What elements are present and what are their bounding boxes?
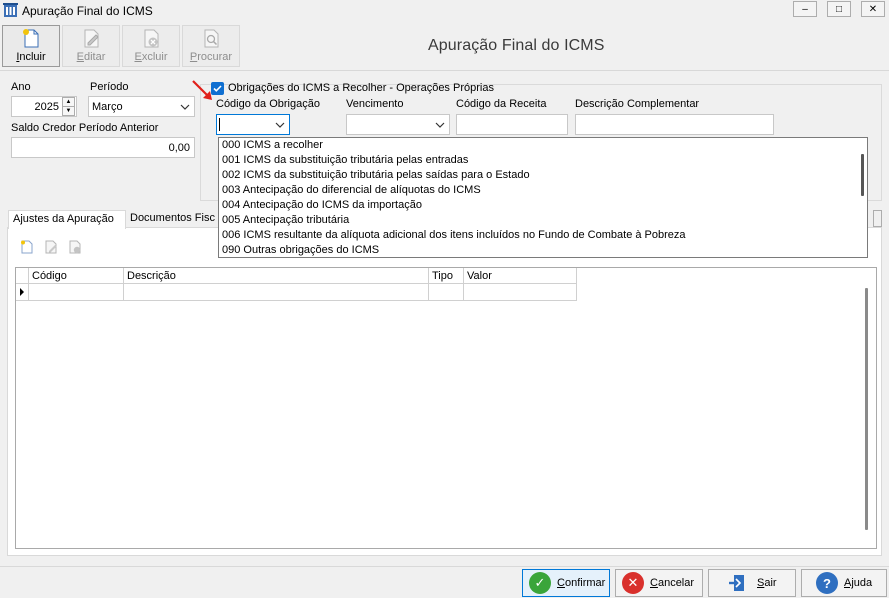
minimize-icon: – xyxy=(802,3,808,15)
grid-edit-button[interactable] xyxy=(41,237,61,257)
help-circle-icon: ? xyxy=(816,572,838,594)
row-indicator xyxy=(16,284,29,301)
grid-scrollbar[interactable] xyxy=(865,288,868,530)
checkmark-icon xyxy=(213,85,222,92)
search-document-icon xyxy=(204,29,219,48)
grid-header-descricao[interactable]: Descrição xyxy=(124,268,429,284)
table-row-cell-codigo[interactable] xyxy=(29,284,124,301)
vencimento-select[interactable] xyxy=(346,114,450,135)
maximize-icon: □ xyxy=(835,3,843,15)
confirmar-button[interactable]: ✓ Confirmar xyxy=(522,569,610,597)
dropdown-scrollbar[interactable] xyxy=(861,154,864,196)
incluir-label: Incluir xyxy=(16,51,46,63)
table-row-cell-valor[interactable] xyxy=(464,284,577,301)
ano-value: 2025 xyxy=(34,101,59,113)
spin-down-icon: ▼ xyxy=(65,108,72,114)
new-document-icon xyxy=(23,29,39,48)
tab-scroll-button[interactable] xyxy=(873,210,882,227)
confirmar-label: Confirmar xyxy=(557,577,606,589)
cancelar-label: Cancelar xyxy=(650,577,695,589)
edit-icon xyxy=(84,29,99,48)
dropdown-item[interactable]: 006 ICMS resultante da alíquota adiciona… xyxy=(222,229,686,244)
codigo-obrigacao-select[interactable] xyxy=(216,114,290,135)
app-icon xyxy=(3,3,18,17)
tab-documentos-fiscais[interactable]: Documentos Fisc xyxy=(126,210,219,228)
excluir-button[interactable]: Excluir xyxy=(122,25,180,67)
chevron-down-icon xyxy=(275,122,285,128)
cancel-circle-icon: ✕ xyxy=(622,572,644,594)
sair-label: Sair xyxy=(757,577,777,589)
cancelar-button[interactable]: ✕ Cancelar xyxy=(615,569,703,597)
editar-button[interactable]: Editar xyxy=(62,25,120,67)
ajustes-grid[interactable]: Código Descrição Tipo Valor xyxy=(15,267,877,549)
dropdown-item[interactable]: 002 ICMS da substituição tributária pela… xyxy=(222,169,530,184)
periodo-select[interactable]: Março xyxy=(88,96,195,117)
delete-document-icon xyxy=(144,29,159,48)
close-button[interactable]: ✕ xyxy=(861,1,885,17)
footer-divider xyxy=(0,566,889,567)
codigo-receita-input[interactable] xyxy=(456,114,568,135)
procurar-label: Procurar xyxy=(189,51,233,63)
text-cursor xyxy=(219,118,220,131)
ajuda-label: Ajuda xyxy=(844,577,873,589)
dropdown-item[interactable]: 000 ICMS a recolher xyxy=(222,139,323,154)
codigo-obrigacao-dropdown-list[interactable]: 000 ICMS a recolher 001 ICMS da substitu… xyxy=(218,137,868,258)
spin-up-icon: ▲ xyxy=(65,99,72,105)
dropdown-item[interactable]: 004 Antecipação do ICMS da importação xyxy=(222,199,422,214)
obrigacoes-checkbox[interactable] xyxy=(211,82,224,95)
form-heading: Apuração Final do ICMS xyxy=(428,37,605,54)
periodo-label: Período xyxy=(90,81,129,93)
grid-corner xyxy=(16,268,29,284)
tab-ajustes-apuracao[interactable]: Ajustes da Apuração xyxy=(8,210,126,229)
obrigacoes-checkbox-label: Obrigações do ICMS a Recolher - Operaçõe… xyxy=(228,82,494,94)
periodo-value: Março xyxy=(92,101,123,113)
ano-spin-down[interactable]: ▼ xyxy=(62,106,75,116)
codigo-receita-label: Código da Receita xyxy=(456,98,547,110)
delete-row-icon xyxy=(69,240,81,254)
excluir-label: Excluir xyxy=(134,51,168,63)
minimize-button[interactable]: – xyxy=(793,1,817,17)
descricao-complementar-label: Descrição Complementar xyxy=(575,98,700,110)
new-row-icon xyxy=(21,240,33,254)
close-icon: ✕ xyxy=(868,3,878,15)
chevron-down-icon xyxy=(435,122,445,128)
grid-header-valor[interactable]: Valor xyxy=(464,268,577,284)
dropdown-item[interactable]: 090 Outras obrigações do ICMS xyxy=(222,244,379,257)
descricao-complementar-input[interactable] xyxy=(575,114,774,135)
grid-header-tipo[interactable]: Tipo xyxy=(429,268,464,284)
grid-delete-button[interactable] xyxy=(65,237,85,257)
dropdown-item[interactable]: 005 Antecipação tributária xyxy=(222,214,349,229)
incluir-button[interactable]: Incluir xyxy=(2,25,60,67)
edit-row-icon xyxy=(45,240,57,254)
ajuda-button[interactable]: ? Ajuda xyxy=(801,569,887,597)
current-row-arrow-icon xyxy=(20,288,24,296)
table-row-cell-tipo[interactable] xyxy=(429,284,464,301)
codigo-obrigacao-label: Código da Obrigação xyxy=(216,98,320,110)
maximize-button[interactable]: □ xyxy=(827,1,851,17)
procurar-button[interactable]: Procurar xyxy=(182,25,240,67)
table-row-cell-descricao[interactable] xyxy=(124,284,429,301)
ano-input[interactable]: 2025 ▲ ▼ xyxy=(11,96,77,117)
title-bar: Apuração Final do ICMS – □ ✕ xyxy=(0,0,889,22)
window-title: Apuração Final do ICMS xyxy=(22,4,153,18)
ano-label: Ano xyxy=(11,81,31,93)
grid-add-button[interactable] xyxy=(17,237,37,257)
dropdown-item[interactable]: 003 Antecipação do diferencial de alíquo… xyxy=(222,184,481,199)
vencimento-label: Vencimento xyxy=(346,98,404,110)
exit-door-icon xyxy=(729,575,744,591)
sair-button[interactable]: Sair xyxy=(708,569,796,597)
saldo-input[interactable]: 0,00 xyxy=(11,137,195,158)
saldo-value: 0,00 xyxy=(168,142,190,154)
dropdown-item[interactable]: 001 ICMS da substituição tributária pela… xyxy=(222,154,468,169)
saldo-label: Saldo Credor Período Anterior xyxy=(11,122,159,134)
editar-label: Editar xyxy=(76,51,106,63)
grid-header-codigo[interactable]: Código xyxy=(29,268,124,284)
check-circle-icon: ✓ xyxy=(529,572,551,594)
